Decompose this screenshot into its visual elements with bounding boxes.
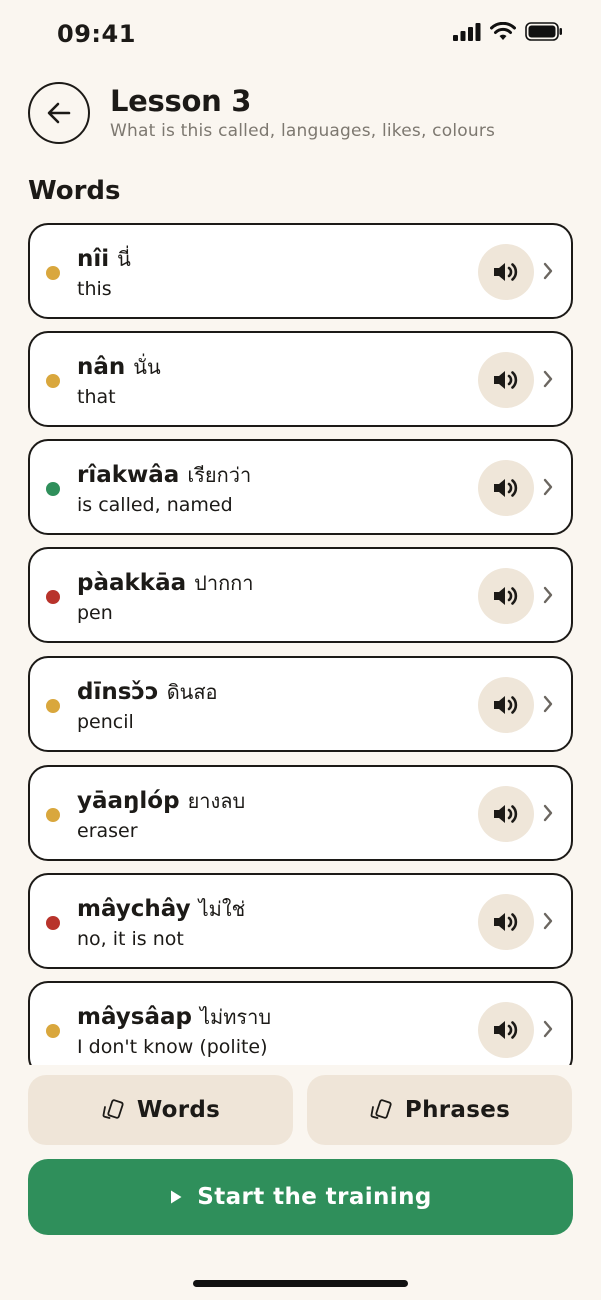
chevron-right-icon[interactable] (542, 369, 554, 389)
play-audio-button[interactable] (478, 244, 534, 300)
status-dot (46, 374, 60, 388)
play-audio-button[interactable] (478, 677, 534, 733)
chevron-right-icon[interactable] (542, 803, 554, 823)
status-dot (46, 1024, 60, 1038)
chevron-right-icon[interactable] (542, 477, 554, 497)
status-time: 09:41 (57, 20, 136, 48)
word-meaning: no, it is not (77, 928, 184, 950)
word-card[interactable]: rîakwâa เรียกว่า is called, named (28, 439, 573, 535)
word-translit-text: nân (77, 354, 126, 380)
word-translit-text: pàakkāa (77, 570, 187, 596)
word-card[interactable]: nîi นี่ this (28, 223, 573, 319)
status-dot (46, 590, 60, 604)
signal-icon (453, 22, 481, 41)
chevron-right-icon[interactable] (542, 585, 554, 605)
play-audio-button[interactable] (478, 894, 534, 950)
play-audio-button[interactable] (478, 352, 534, 408)
word-card[interactable]: dīnsɔ̌ɔ ดินสอ pencil (28, 656, 573, 752)
status-dot (46, 266, 60, 280)
phrases-tab-button[interactable]: Phrases (307, 1075, 572, 1145)
word-card[interactable]: mâychây ไม่ใช่ no, it is not (28, 873, 573, 969)
start-training-button[interactable]: Start the training (28, 1159, 573, 1235)
play-audio-button[interactable] (478, 786, 534, 842)
word-meaning: pen (77, 602, 113, 624)
status-bar: 09:41 (0, 0, 601, 70)
words-section-title: Words (28, 176, 121, 206)
word-meaning: that (77, 386, 116, 408)
word-translit-text: mâysâap (77, 1004, 192, 1030)
word-meaning: this (77, 278, 112, 300)
play-audio-button[interactable] (478, 1002, 534, 1058)
word-transliteration: yāaŋlóp ยางลบ (77, 785, 245, 817)
word-translit-text: dīnsɔ̌ɔ (77, 679, 159, 705)
chevron-right-icon[interactable] (542, 1019, 554, 1039)
speaker-icon (494, 696, 518, 714)
home-indicator (193, 1280, 408, 1287)
wifi-icon (490, 22, 516, 40)
word-card[interactable]: nân นั่น that (28, 331, 573, 427)
words-tab-label: Words (136, 1097, 221, 1123)
status-icons (453, 22, 563, 41)
status-dot (46, 808, 60, 822)
speaker-icon (494, 263, 518, 281)
lesson-header: Lesson 3 What is this called, languages,… (28, 82, 573, 146)
word-meaning: pencil (77, 711, 134, 733)
speaker-icon (494, 587, 518, 605)
chevron-right-icon[interactable] (542, 694, 554, 714)
page-subtitle: What is this called, languages, likes, c… (110, 121, 496, 141)
arrow-left-icon (47, 102, 71, 124)
word-transliteration: nîi นี่ (77, 243, 131, 275)
word-meaning: I don't know (polite) (77, 1036, 268, 1058)
word-transliteration: pàakkāa ปากกา (77, 567, 254, 599)
speaker-icon (494, 805, 518, 823)
status-dot (46, 916, 60, 930)
word-card[interactable]: mâysâap ไม่ทราบ I don't know (polite) (28, 981, 573, 1065)
word-thai: ไม่ใช่ (198, 897, 246, 921)
chevron-right-icon[interactable] (542, 261, 554, 281)
word-thai: ยางลบ (187, 789, 246, 813)
page-title: Lesson 3 (110, 84, 252, 118)
word-thai: เรียกว่า (187, 463, 252, 487)
words-list[interactable]: nîi นี่ this nân นั่น that rîakwâa เรียกว่า… (28, 223, 573, 1065)
word-translit-text: mâychây (77, 896, 191, 922)
phrases-tab-label: Phrases (404, 1097, 511, 1123)
word-card[interactable]: yāaŋlóp ยางลบ eraser (28, 765, 573, 861)
word-transliteration: mâysâap ไม่ทราบ (77, 1001, 271, 1033)
word-transliteration: rîakwâa เรียกว่า (77, 459, 251, 491)
words-tab-button[interactable]: Words (28, 1075, 293, 1145)
word-thai: ปากกา (194, 571, 254, 595)
word-transliteration: mâychây ไม่ใช่ (77, 893, 245, 925)
speaker-icon (494, 1021, 518, 1039)
word-translit-text: rîakwâa (77, 462, 180, 488)
word-translit-text: nîi (77, 246, 110, 272)
speaker-icon (494, 913, 518, 931)
start-training-label: Start the training (197, 1184, 432, 1210)
speaker-icon (494, 479, 518, 497)
word-card[interactable]: pàakkāa ปากกา pen (28, 547, 573, 643)
word-transliteration: dīnsɔ̌ɔ ดินสอ (77, 676, 218, 708)
word-translit-text: yāaŋlóp (77, 788, 180, 814)
word-thai: นั่น (133, 355, 161, 379)
play-audio-button[interactable] (478, 460, 534, 516)
flashcards-icon (102, 1099, 124, 1119)
flashcards-icon (370, 1099, 392, 1119)
status-dot (46, 699, 60, 713)
status-dot (46, 482, 60, 496)
word-meaning: eraser (77, 820, 138, 842)
word-meaning: is called, named (77, 494, 233, 516)
word-thai: นี่ (117, 247, 131, 271)
word-transliteration: nân นั่น (77, 351, 161, 383)
word-thai: ดินสอ (166, 680, 218, 704)
play-icon (171, 1190, 182, 1204)
play-audio-button[interactable] (478, 568, 534, 624)
word-thai: ไม่ทราบ (199, 1005, 272, 1029)
speaker-icon (494, 371, 518, 389)
back-button[interactable] (28, 82, 90, 144)
battery-icon (525, 22, 562, 41)
chevron-right-icon[interactable] (542, 911, 554, 931)
